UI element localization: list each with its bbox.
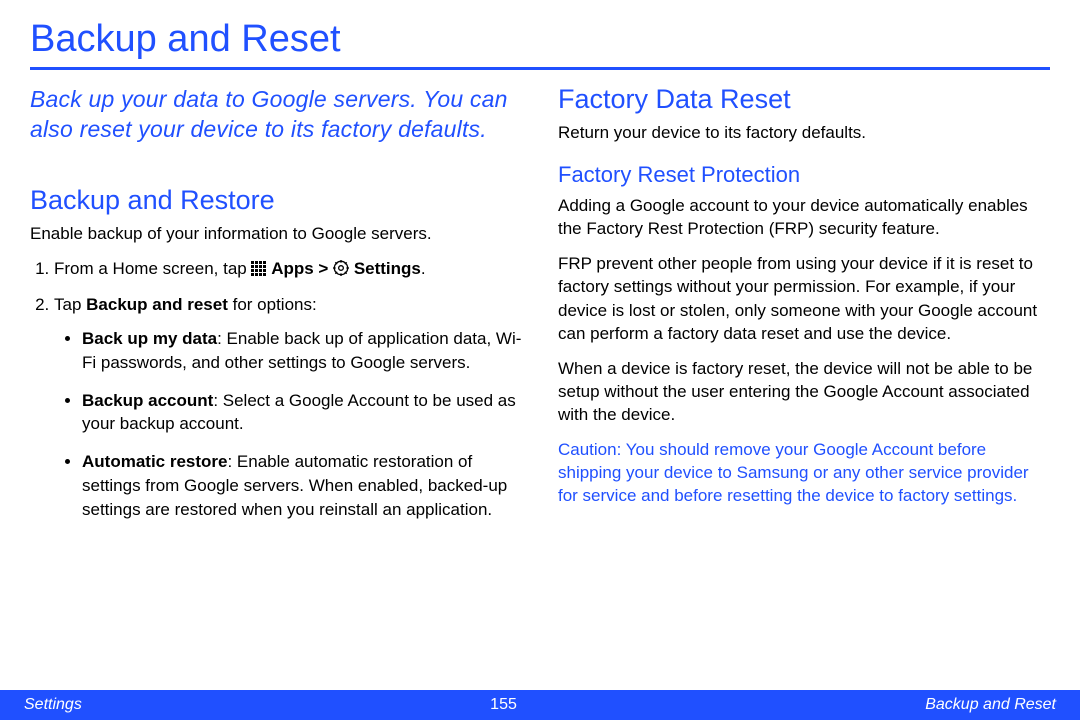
- bullet2-title: Backup account: [82, 391, 213, 410]
- page-footer: Settings 155 Backup and Reset: [0, 690, 1080, 720]
- bullet1-title: Back up my data: [82, 329, 217, 348]
- step1-apps-label: Apps: [271, 259, 314, 278]
- frp-p1: Adding a Google account to your device a…: [558, 194, 1050, 240]
- step-1: From a Home screen, tap Apps >: [54, 257, 522, 283]
- footer-left: Settings: [24, 696, 82, 714]
- step1-prefix: From a Home screen, tap: [54, 259, 251, 278]
- right-column: Factory Data Reset Return your device to…: [558, 84, 1050, 536]
- step1-suffix: .: [421, 259, 426, 278]
- factory-data-reset-heading: Factory Data Reset: [558, 84, 1050, 115]
- caution-paragraph: Caution: You should remove your Google A…: [558, 438, 1050, 507]
- apps-grid-icon: [251, 259, 266, 283]
- backup-restore-intro: Enable backup of your information to Goo…: [30, 222, 522, 245]
- options-list: Back up my data: Enable back up of appli…: [54, 327, 522, 522]
- lead-paragraph: Back up your data to Google servers. You…: [30, 84, 522, 145]
- steps-list: From a Home screen, tap Apps >: [30, 257, 522, 522]
- factory-data-reset-intro: Return your device to its factory defaul…: [558, 121, 1050, 144]
- step-2: Tap Backup and reset for options: Back u…: [54, 293, 522, 522]
- caution-label: Caution: [558, 440, 617, 459]
- bullet3-title: Automatic restore: [82, 452, 227, 471]
- settings-gear-icon: [333, 259, 349, 283]
- step2-bold: Backup and reset: [86, 295, 228, 314]
- option-backup-account: Backup account: Select a Google Account …: [82, 389, 522, 437]
- frp-heading: Factory Reset Protection: [558, 162, 1050, 188]
- option-automatic-restore: Automatic restore: Enable automatic rest…: [82, 450, 522, 521]
- step2-suffix: for options:: [228, 295, 317, 314]
- footer-right: Backup and Reset: [925, 696, 1056, 714]
- frp-p2: FRP prevent other people from using your…: [558, 252, 1050, 344]
- step1-settings-label: Settings: [354, 259, 421, 278]
- left-column: Back up your data to Google servers. You…: [30, 84, 522, 536]
- option-backup-my-data: Back up my data: Enable back up of appli…: [82, 327, 522, 375]
- caution-body: : You should remove your Google Account …: [558, 440, 1029, 505]
- step2-prefix: Tap: [54, 295, 86, 314]
- step1-sep: >: [314, 259, 333, 278]
- page-title: Backup and Reset: [30, 18, 1050, 67]
- frp-p3: When a device is factory reset, the devi…: [558, 357, 1050, 426]
- backup-restore-heading: Backup and Restore: [30, 185, 522, 216]
- title-divider: [30, 67, 1050, 70]
- footer-page-number: 155: [490, 696, 517, 714]
